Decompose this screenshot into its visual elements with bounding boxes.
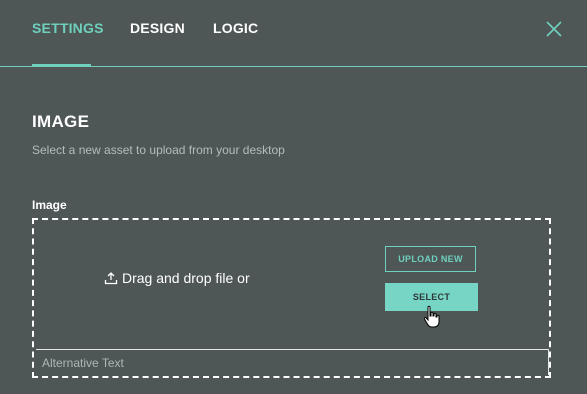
alt-text-input[interactable]: Alternative Text bbox=[36, 349, 549, 375]
upload-new-button[interactable]: UPLOAD NEW bbox=[385, 246, 476, 272]
hand-cursor-icon bbox=[423, 305, 441, 329]
tab-bar: SETTINGS DESIGN LOGIC bbox=[0, 0, 587, 67]
drop-hint-text: Drag and drop file or bbox=[122, 270, 250, 286]
section-subtitle: Select a new asset to upload from your d… bbox=[32, 143, 285, 157]
image-field-label: Image bbox=[32, 198, 67, 212]
drop-hint: Drag and drop file or bbox=[104, 270, 250, 286]
active-tab-indicator bbox=[32, 64, 91, 66]
upload-icon bbox=[104, 271, 118, 285]
close-icon[interactable] bbox=[544, 19, 564, 39]
section-title: IMAGE bbox=[32, 112, 90, 131]
tab-logic[interactable]: LOGIC bbox=[213, 20, 258, 36]
tab-design[interactable]: DESIGN bbox=[130, 20, 185, 36]
tab-settings[interactable]: SETTINGS bbox=[32, 20, 104, 36]
